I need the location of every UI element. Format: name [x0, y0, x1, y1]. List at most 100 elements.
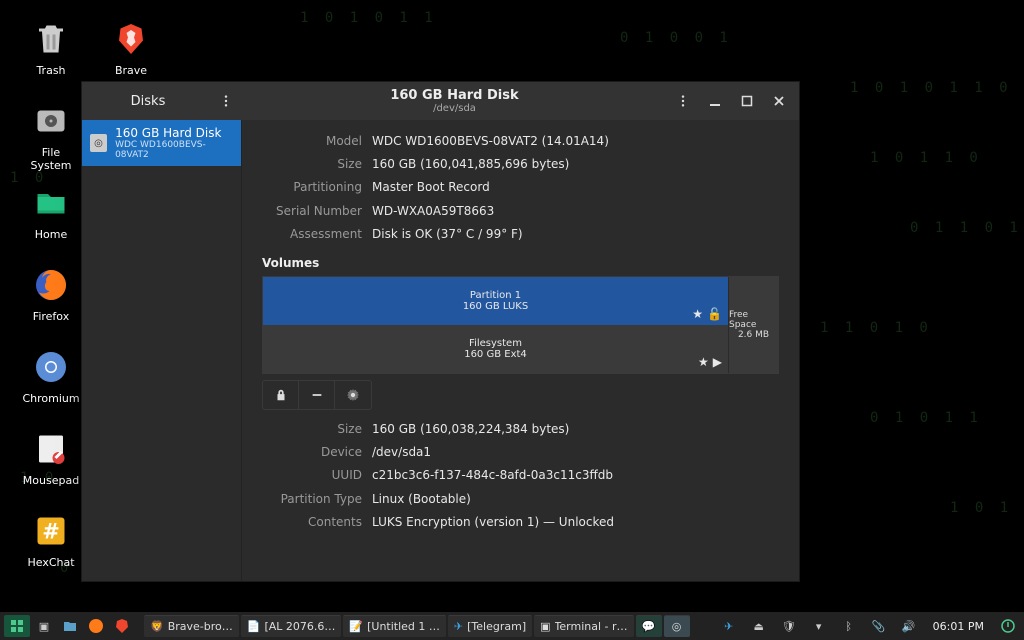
volume-partition-selected[interactable]: Partition 1 160 GB LUKS ★ 🔓	[263, 277, 728, 325]
desktop-icon-firefox[interactable]: Firefox	[20, 264, 82, 323]
document-icon: 📄	[247, 620, 261, 633]
brave-icon: 🦁	[150, 620, 164, 633]
logout-icon[interactable]	[996, 615, 1020, 637]
info-value: Linux (Bootable)	[372, 490, 471, 509]
partition-options-button[interactable]	[335, 381, 371, 409]
taskbar-item-brave[interactable]: 🦁 Brave-bro…	[144, 615, 239, 637]
brave-launcher-icon[interactable]	[110, 615, 134, 637]
disk-content: Model WDC WD1600BEVS-08VAT2 (14.01A14) Siz…	[242, 120, 799, 581]
hamburger-menu-button[interactable]	[212, 87, 240, 115]
volume-free-space[interactable]: Free Space 2.6 MB	[728, 277, 778, 373]
info-value: WD-WXA0A59T8663	[372, 202, 494, 221]
desktop-icon-trash[interactable]: Trash	[20, 18, 82, 77]
svg-text:#: #	[42, 520, 60, 544]
info-label: UUID	[262, 466, 362, 485]
window-titlebar[interactable]: Disks 160 GB Hard Disk /dev/sda	[82, 82, 799, 120]
clipboard-icon[interactable]: 📎	[867, 615, 891, 637]
chat-icon: 💬	[642, 620, 656, 633]
desktop-icon-label: Chromium	[20, 392, 82, 405]
maximize-button[interactable]	[733, 87, 761, 115]
taskbar-item-chat[interactable]: 💬	[636, 615, 662, 637]
terminal-launcher-icon[interactable]: ▣	[32, 615, 56, 637]
info-row: Model WDC WD1600BEVS-08VAT2 (14.01A14)	[262, 130, 779, 153]
info-value: Disk is OK (37° C / 99° F)	[372, 225, 523, 244]
taskbar-item-disks[interactable]: ◎	[664, 615, 690, 637]
sidebar-item-subtitle: WDC WD1600BEVS-08VAT2	[115, 140, 233, 160]
desktop-icon-label: Trash	[20, 64, 82, 77]
info-row: ContentsLUKS Encryption (version 1) — Un…	[262, 511, 779, 534]
info-label: Size	[262, 420, 362, 439]
firefox-launcher-icon[interactable]	[84, 615, 108, 637]
desktop-icon-label: Home	[20, 228, 82, 241]
desktop-icon-filesystem[interactable]: File System	[20, 100, 82, 172]
disk-icon	[30, 100, 72, 142]
window-subtitle: /dev/sda	[244, 103, 665, 114]
chromium-icon	[30, 346, 72, 388]
desktop-icon-brave[interactable]: Brave	[100, 18, 162, 77]
info-label: Partitioning	[262, 178, 362, 197]
lock-button[interactable]	[263, 381, 299, 409]
disk-sidebar: ◎ 160 GB Hard Disk WDC WD1600BEVS-08VAT2	[82, 120, 242, 581]
info-value: 160 GB (160,041,885,696 bytes)	[372, 155, 569, 174]
partition-size: 160 GB LUKS	[263, 301, 728, 312]
trash-icon	[30, 18, 72, 60]
info-label: Serial Number	[262, 202, 362, 221]
info-value: /dev/sda1	[372, 443, 431, 462]
volume-icon[interactable]: 🔊	[897, 615, 921, 637]
bluetooth-icon[interactable]: ᛒ	[837, 615, 861, 637]
delete-partition-button[interactable]	[299, 381, 335, 409]
taskbar-item-editor[interactable]: 📝 [Untitled 1 …	[343, 615, 446, 637]
removable-media-icon[interactable]: ⏏	[747, 615, 771, 637]
disks-icon: ◎	[672, 620, 682, 633]
taskbar-item-document[interactable]: 📄 [AL 2076.6…	[241, 615, 342, 637]
harddisk-icon: ◎	[90, 134, 107, 152]
start-menu-button[interactable]	[4, 615, 30, 637]
sidebar-item-title: 160 GB Hard Disk	[115, 126, 233, 140]
hexchat-icon: #	[30, 510, 72, 552]
partition-name: Partition 1	[263, 290, 728, 301]
desktop-icon-label: HexChat	[20, 556, 82, 569]
info-value: Master Boot Record	[372, 178, 490, 197]
info-row: Assessment Disk is OK (37° C / 99° F)	[262, 223, 779, 246]
info-row: Serial Number WD-WXA0A59T8663	[262, 200, 779, 223]
info-row: Size160 GB (160,041,885,696 bytes)	[262, 153, 779, 176]
info-value: 160 GB (160,038,224,384 bytes)	[372, 420, 569, 439]
info-label: Assessment	[262, 225, 362, 244]
folder-icon	[30, 182, 72, 224]
desktop-icon-home[interactable]: Home	[20, 182, 82, 241]
taskbar-item-terminal[interactable]: ▣ Terminal - r…	[534, 615, 633, 637]
filesystem-name: Filesystem	[263, 338, 728, 349]
desktop-icon-chromium[interactable]: Chromium	[20, 346, 82, 405]
star-icon: ★	[698, 355, 709, 369]
minimize-button[interactable]	[701, 87, 729, 115]
desktop-icon-label: Mousepad	[20, 474, 82, 487]
info-row: Device/dev/sda1	[262, 441, 779, 464]
terminal-icon: ▣	[540, 620, 550, 633]
taskbar-item-label: Terminal - r…	[555, 620, 628, 633]
desktop-icon-label: Brave	[100, 64, 162, 77]
drive-menu-button[interactable]	[669, 87, 697, 115]
window-title: 160 GB Hard Disk	[244, 88, 665, 103]
close-button[interactable]	[765, 87, 793, 115]
taskbar-item-telegram[interactable]: ✈ [Telegram]	[448, 615, 532, 637]
desktop-icon-hexchat[interactable]: # HexChat	[20, 510, 82, 569]
play-icon: ▶	[713, 355, 722, 369]
taskbar-item-label: [AL 2076.6…	[264, 620, 335, 633]
network-icon[interactable]: ▾	[807, 615, 831, 637]
freespace-size: 2.6 MB	[738, 330, 769, 340]
info-label: Model	[262, 132, 362, 151]
telegram-tray-icon[interactable]: ✈	[717, 615, 741, 637]
desktop-icon-mousepad[interactable]: Mousepad	[20, 428, 82, 487]
info-value: WDC WD1600BEVS-08VAT2 (14.01A14)	[372, 132, 609, 151]
sidebar-disk-item[interactable]: ◎ 160 GB Hard Disk WDC WD1600BEVS-08VAT2	[82, 120, 241, 166]
volume-filesystem[interactable]: Filesystem 160 GB Ext4 ★ ▶	[263, 325, 728, 373]
telegram-icon: ✈	[454, 620, 463, 633]
info-row: Partitioning Master Boot Record	[262, 176, 779, 199]
desktop-icon-label: Firefox	[20, 310, 82, 323]
files-launcher-icon[interactable]	[58, 615, 82, 637]
clock[interactable]: 06:01 PM	[927, 620, 990, 633]
shield-icon[interactable]: 🛡	[777, 615, 801, 637]
taskbar-item-label: Brave-bro…	[168, 620, 233, 633]
info-row: Size 160 GB (160,038,224,384 bytes)	[262, 418, 779, 441]
unlock-icon: 🔓	[707, 307, 722, 321]
